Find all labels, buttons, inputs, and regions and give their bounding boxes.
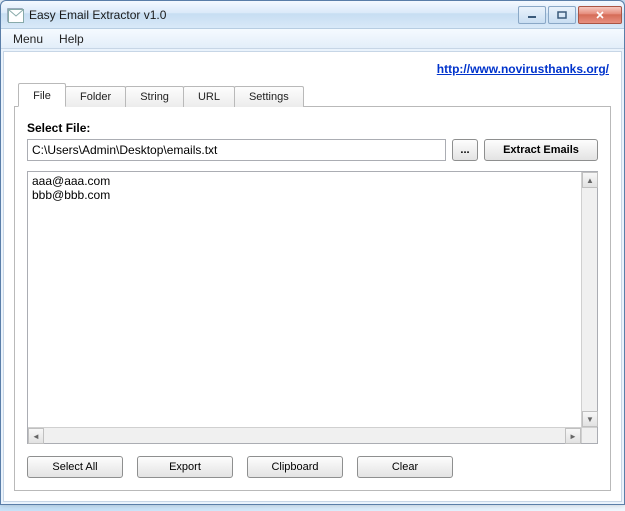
menu-item-menu[interactable]: Menu <box>5 30 51 48</box>
result-line: aaa@aaa.com <box>32 174 110 188</box>
link-row: http://www.novirusthanks.org/ <box>14 58 611 82</box>
menu-item-help[interactable]: Help <box>51 30 92 48</box>
tab-url[interactable]: URL <box>183 86 235 107</box>
export-button[interactable]: Export <box>137 456 233 478</box>
homepage-link[interactable]: http://www.novirusthanks.org/ <box>437 62 609 76</box>
titlebar[interactable]: Easy Email Extractor v1.0 <box>1 1 624 29</box>
extract-emails-button[interactable]: Extract Emails <box>484 139 598 161</box>
close-button[interactable] <box>578 6 622 24</box>
file-row: ... Extract Emails <box>27 139 598 161</box>
scroll-right-icon[interactable]: ► <box>565 428 581 444</box>
action-buttons: Select All Export Clipboard Clear <box>27 456 598 478</box>
window-title: Easy Email Extractor v1.0 <box>29 8 516 22</box>
results-text[interactable]: aaa@aaa.com bbb@bbb.com <box>28 172 597 443</box>
menubar: Menu Help <box>1 29 624 49</box>
tab-folder[interactable]: Folder <box>65 86 126 107</box>
scroll-up-icon[interactable]: ▲ <box>582 172 598 188</box>
content-area: http://www.novirusthanks.org/ File Folde… <box>3 51 622 502</box>
select-file-label: Select File: <box>27 121 598 135</box>
tab-settings[interactable]: Settings <box>234 86 304 107</box>
horizontal-scrollbar[interactable]: ◄ ► <box>28 427 581 443</box>
scroll-corner <box>581 427 597 443</box>
app-window: Easy Email Extractor v1.0 Menu Help http… <box>0 0 625 505</box>
clipboard-button[interactable]: Clipboard <box>247 456 343 478</box>
tab-panel-file: Select File: ... Extract Emails aaa@aaa.… <box>14 107 611 491</box>
results-box: aaa@aaa.com bbb@bbb.com ▲ ▼ ◄ ► <box>27 171 598 444</box>
window-controls <box>516 6 622 24</box>
tab-string[interactable]: String <box>125 86 184 107</box>
vertical-scrollbar[interactable]: ▲ ▼ <box>581 172 597 427</box>
browse-button[interactable]: ... <box>452 139 478 161</box>
scroll-down-icon[interactable]: ▼ <box>582 411 598 427</box>
file-path-input[interactable] <box>27 139 446 161</box>
select-all-button[interactable]: Select All <box>27 456 123 478</box>
tabstrip: File Folder String URL Settings <box>14 82 611 107</box>
scroll-left-icon[interactable]: ◄ <box>28 428 44 444</box>
maximize-button[interactable] <box>548 6 576 24</box>
tab-file[interactable]: File <box>18 83 66 107</box>
result-line: bbb@bbb.com <box>32 188 110 202</box>
mail-icon <box>7 8 23 22</box>
clear-button[interactable]: Clear <box>357 456 453 478</box>
minimize-button[interactable] <box>518 6 546 24</box>
